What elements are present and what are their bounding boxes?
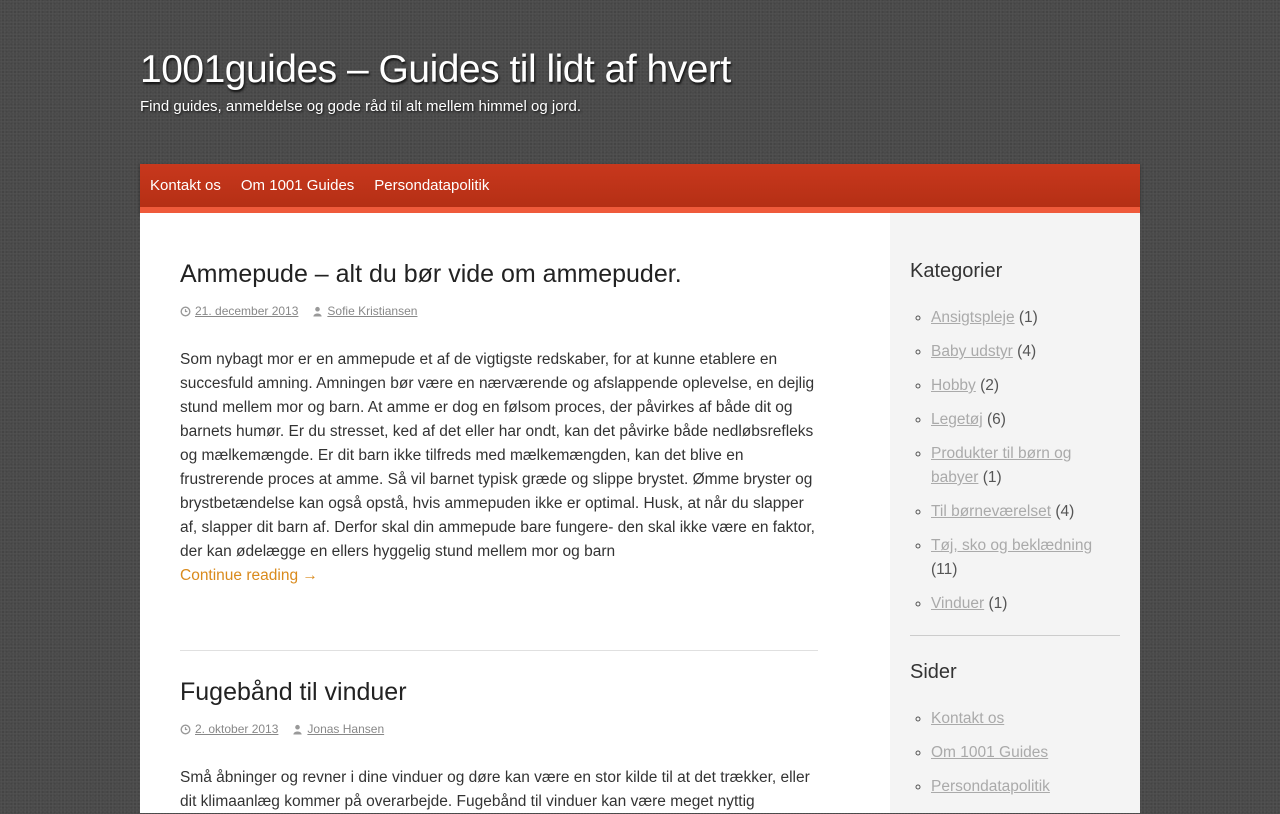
list-item: Produkter til børn og babyer (1) [931,442,1120,490]
category-link[interactable]: Vinduer [931,595,984,612]
category-count: (2) [980,377,1000,394]
category-count: (1) [982,469,1002,486]
list-item: Kontakt os [931,707,1120,731]
category-list: Ansigtspleje (1) Baby udstyr (4) Hobby (… [910,306,1120,616]
post-author[interactable]: Sofie Kristiansen [327,304,417,318]
list-item: Til børneværelset (4) [931,500,1120,524]
page-link-kontakt[interactable]: Kontakt os [931,710,1004,727]
category-link[interactable]: Legetøj [931,411,983,428]
post-author[interactable]: Jonas Hansen [307,722,384,736]
post-excerpt: Som nybagt mor er en ammepude et af de v… [180,351,815,584]
nav-item-persondatapolitik[interactable]: Persondatapolitik [374,164,489,207]
post-date[interactable]: 21. december 2013 [195,304,298,318]
pages-list: Kontakt os Om 1001 Guides Persondatapoli… [910,707,1120,799]
nav-item-kontakt[interactable]: Kontakt os [150,164,221,207]
category-link[interactable]: Tøj, sko og beklædning [931,537,1092,554]
categories-widget: Kategorier Ansigtspleje (1) Baby udstyr … [910,258,1120,626]
main-content: Ammepude – alt du bør vide om ammepuder.… [140,213,890,813]
category-link[interactable]: Til børneværelset [931,503,1051,520]
site-title[interactable]: 1001guides – Guides til lidt af hvert [140,44,731,96]
site-description: Find guides, anmeldelse og gode råd til … [140,98,582,115]
main-navigation: Kontakt os Om 1001 Guides Persondatapoli… [140,164,1140,213]
post-title[interactable]: Ammepude – alt du bør vide om ammepuder. [180,258,818,290]
category-link[interactable]: Hobby [931,377,976,394]
list-item: Om 1001 Guides [931,741,1120,765]
widget-title: Kategorier [910,260,1003,282]
post-article: Ammepude – alt du bør vide om ammepuder.… [180,258,818,588]
user-icon [313,306,323,317]
post-meta: 21. december 2013 Sofie Kristiansen [180,304,818,318]
sidebar: Kategorier Ansigtspleje (1) Baby udstyr … [890,213,1140,813]
post-title[interactable]: Fugebånd til vinduer [180,676,818,708]
user-icon [293,724,303,735]
category-link[interactable]: Ansigtspleje [931,309,1015,326]
list-item: Baby udstyr (4) [931,340,1120,364]
category-count: (4) [1017,343,1037,360]
widget-title: Sider [910,661,957,683]
category-count: (1) [988,595,1008,612]
post-meta: 2. oktober 2013 Jonas Hansen [180,722,818,736]
nav-item-om[interactable]: Om 1001 Guides [241,164,354,207]
category-count: (11) [931,561,958,578]
clock-icon [180,724,191,734]
category-link[interactable]: Baby udstyr [931,343,1013,360]
list-item: Hobby (2) [931,374,1120,398]
list-item: Vinduer (1) [931,592,1120,616]
post-article: Fugebånd til vinduer 2. oktober 2013 Jon… [180,676,818,814]
page-link-persondatapolitik[interactable]: Persondatapolitik [931,778,1050,795]
category-count: (6) [987,411,1006,428]
list-item: Legetøj (6) [931,408,1120,432]
continue-reading-link[interactable]: Continue reading → [180,567,318,584]
clock-icon [180,306,191,316]
page-link-om[interactable]: Om 1001 Guides [931,744,1048,761]
site-header: 1001guides – Guides til lidt af hvert Fi… [140,44,1140,115]
list-item: Persondatapolitik [931,775,1120,799]
list-item: Tøj, sko og beklædning (11) [931,534,1120,582]
category-count: (4) [1055,503,1075,520]
pages-widget: Sider Kontakt os Om 1001 Guides Personda… [910,659,1120,809]
post-separator [180,650,818,651]
post-date[interactable]: 2. oktober 2013 [195,722,278,736]
list-item: Ansigtspleje (1) [931,306,1120,330]
widget-separator [910,635,1120,636]
post-excerpt: Små åbninger og revner i dine vinduer og… [180,769,810,810]
category-count: (1) [1018,309,1038,326]
